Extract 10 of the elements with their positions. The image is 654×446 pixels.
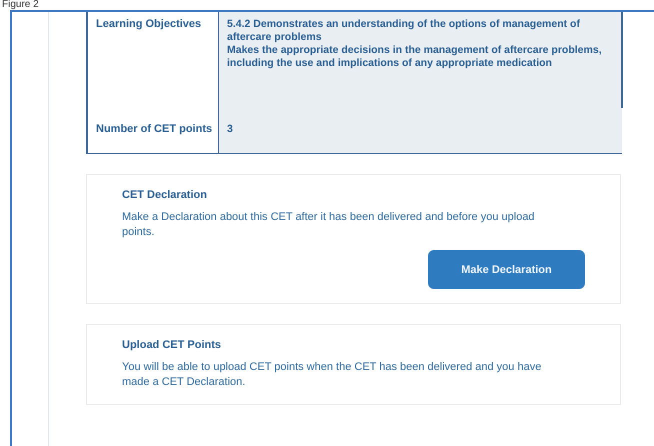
card-title: CET Declaration [122, 189, 208, 201]
figure-caption: Figure 2 [1, 0, 40, 10]
row-value: 3 [219, 108, 622, 153]
card-title: Upload CET Points [122, 339, 222, 351]
row-label: Number of CET points [86, 108, 219, 153]
card-text: You will be able to upload CET points when the CET has been delivered and you have made a CET Declaration. [122, 360, 542, 390]
card-text: Make a Declaration about this CET after it has been delivered and before you upload points. [122, 210, 536, 240]
row-value: 5.4.2 Demonstrates an understanding of the options of management of aftercare problems Makes the appropriate decisions in the management of aftercare problems, including the use and implications of any appropriate medication [219, 12, 623, 108]
make-declaration-button[interactable]: Make Declaration [428, 250, 585, 289]
row-label: Learning Objectives [86, 12, 219, 108]
